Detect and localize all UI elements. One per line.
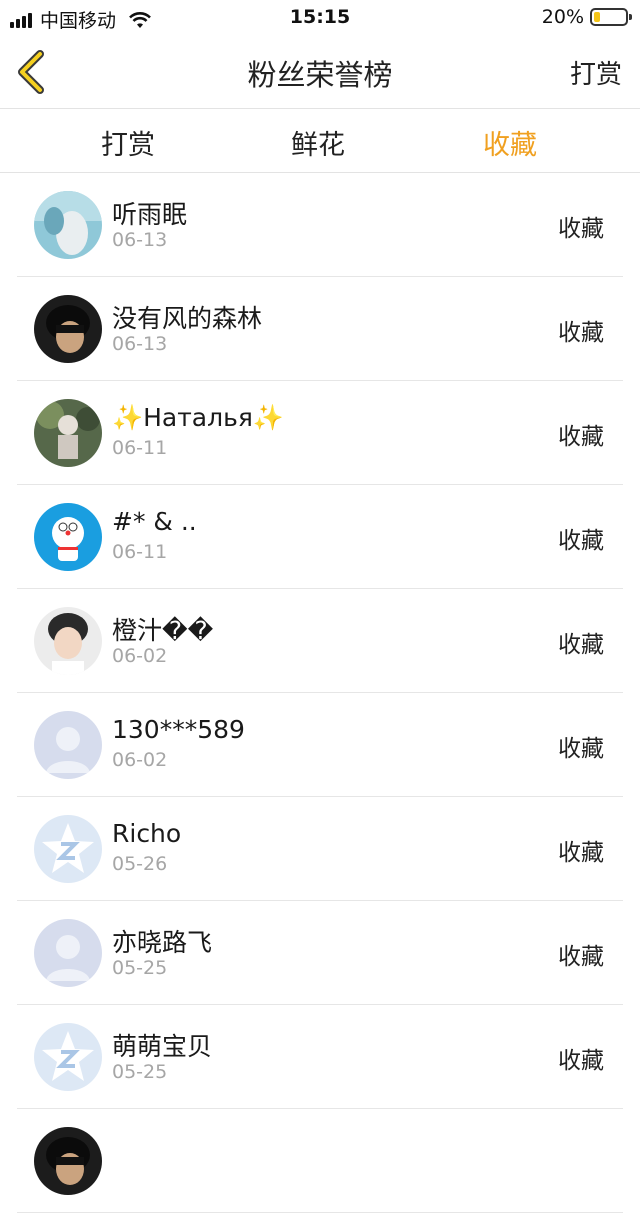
avatar[interactable]: [34, 1023, 102, 1091]
reward-button[interactable]: 打赏: [570, 54, 622, 91]
favorite-date: 06-02: [112, 749, 168, 771]
action-label: 收藏: [558, 632, 604, 658]
nav-bar: 粉丝荣誉榜 打赏: [0, 36, 640, 109]
user-name: Richo: [112, 819, 182, 848]
list-item[interactable]: 130***589 06-02 收藏: [0, 693, 640, 797]
action-label: 收藏: [558, 216, 604, 242]
list-item[interactable]: 听雨眠 06-13 收藏: [0, 173, 640, 277]
favorite-date: 06-11: [112, 541, 168, 563]
user-name: ✨Наталья✨: [112, 403, 285, 432]
favorite-date: 06-13: [112, 229, 168, 251]
avatar[interactable]: [34, 295, 102, 363]
action-label: 收藏: [558, 944, 604, 970]
avatar[interactable]: [34, 1127, 102, 1195]
list-item[interactable]: ✨Наталья✨ 06-11 收藏: [0, 381, 640, 485]
action-label: 收藏: [558, 424, 604, 450]
favorite-date: 06-02: [112, 645, 168, 667]
battery-percent: 20%: [541, 6, 584, 28]
user-name: 130***589: [112, 715, 245, 744]
avatar[interactable]: [34, 399, 102, 467]
list-item[interactable]: 萌萌宝贝 05-25 收藏: [0, 1005, 640, 1109]
avatar[interactable]: [34, 711, 102, 779]
favorite-date: 05-25: [112, 1061, 168, 1083]
action-label: 收藏: [558, 840, 604, 866]
fan-list: 听雨眠 06-13 收藏 没有风的森林 06-13 收藏 ✨Наталья✨ 06-11 收藏 #…: [0, 173, 640, 1213]
page-title: 粉丝荣誉榜: [247, 58, 393, 92]
user-name: #* & ..: [112, 507, 197, 536]
user-name: 听雨眠: [112, 200, 188, 229]
status-bar: 中国移动 15:15 20%: [0, 0, 640, 36]
favorite-date: 05-26: [112, 853, 168, 875]
list-item[interactable]: 亦晓路飞 05-25 收藏: [0, 901, 640, 1005]
user-name: 亦晓路飞: [112, 928, 213, 957]
avatar[interactable]: [34, 607, 102, 675]
action-label: 收藏: [558, 736, 604, 762]
tab-reward[interactable]: 打赏: [58, 123, 198, 162]
favorite-date: 05-25: [112, 957, 168, 979]
tab-favorites[interactable]: 收藏: [440, 123, 580, 162]
action-label: 收藏: [558, 1048, 604, 1074]
avatar[interactable]: [34, 815, 102, 883]
favorite-date: 06-11: [112, 437, 168, 459]
battery-icon: [590, 8, 632, 26]
avatar[interactable]: [34, 503, 102, 571]
action-label: 收藏: [558, 528, 604, 554]
status-right: 20%: [541, 6, 632, 28]
user-name: 萌萌宝贝: [112, 1032, 213, 1061]
action-label: 收藏: [558, 320, 604, 346]
list-item[interactable]: [0, 1109, 640, 1213]
tab-flowers[interactable]: 鲜花: [248, 123, 388, 162]
list-item[interactable]: 没有风的森林 06-13 收藏: [0, 277, 640, 381]
user-name: 没有风的森林: [112, 304, 263, 333]
favorite-date: 06-13: [112, 333, 168, 355]
tab-bar: 打赏 鲜花 收藏: [0, 109, 640, 173]
user-name: 橙汁��: [112, 616, 214, 645]
list-item[interactable]: #* & .. 06-11 收藏: [0, 485, 640, 589]
list-item[interactable]: Richo 05-26 收藏: [0, 797, 640, 901]
avatar[interactable]: [34, 919, 102, 987]
avatar[interactable]: [34, 191, 102, 259]
list-item[interactable]: 橙汁�� 06-02 收藏: [0, 589, 640, 693]
